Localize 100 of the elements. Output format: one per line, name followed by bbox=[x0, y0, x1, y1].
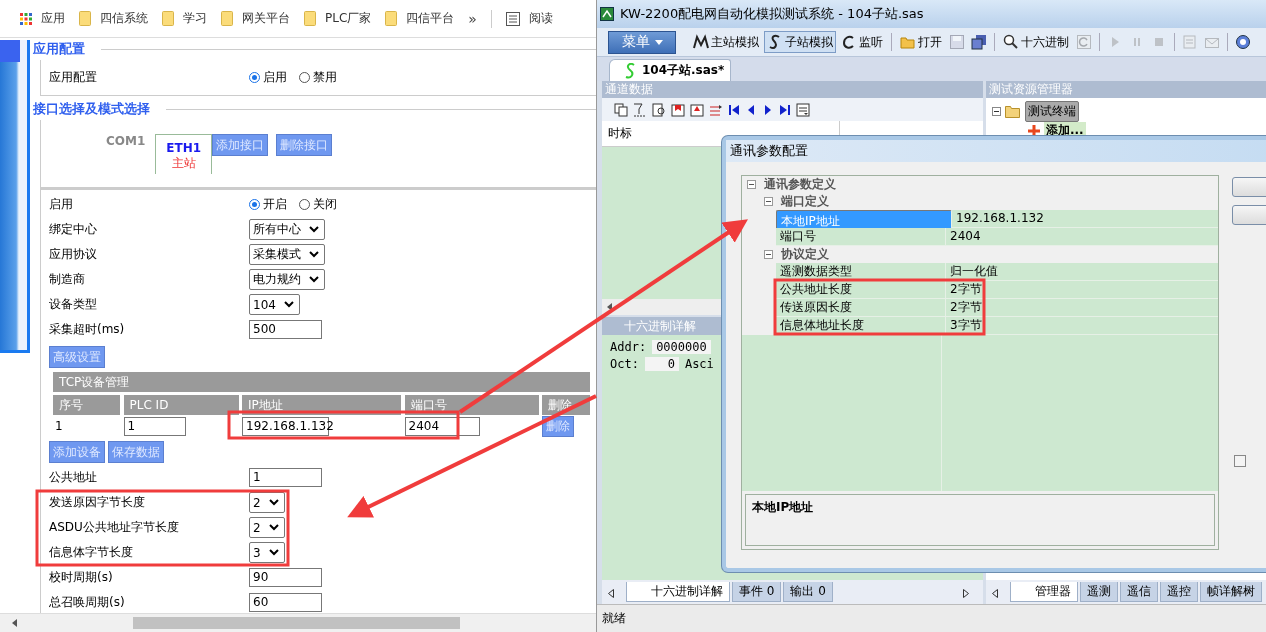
property-name[interactable]: 传送原因长度 bbox=[776, 299, 946, 316]
chevron-down-icon bbox=[283, 301, 294, 308]
tab-scroll-left-icon[interactable] bbox=[608, 589, 614, 598]
bookmark-icon[interactable] bbox=[671, 102, 685, 117]
copy-icon[interactable] bbox=[614, 102, 628, 117]
section-title: 接口选择及模式选择 bbox=[33, 100, 150, 118]
radio-option[interactable]: 启用 bbox=[249, 69, 287, 86]
collapse-toggle-icon[interactable] bbox=[747, 180, 756, 189]
scrollbar-thumb[interactable] bbox=[133, 617, 460, 629]
toolbar-button[interactable]: 监听 bbox=[838, 31, 886, 53]
field-label: ASDU公共地址字节长度 bbox=[49, 519, 179, 536]
dropdown[interactable]: 104 bbox=[249, 294, 300, 315]
text-field[interactable]: 1 bbox=[123, 416, 186, 436]
text-field[interactable]: 60 bbox=[249, 593, 322, 612]
search-icon bbox=[1003, 34, 1019, 50]
bookmark-link[interactable]: 四信系统 bbox=[79, 10, 148, 27]
radio-option[interactable]: 禁用 bbox=[299, 69, 337, 86]
panel-tab[interactable]: 遥信 bbox=[1120, 582, 1158, 602]
radio-option[interactable]: 开启 bbox=[249, 196, 287, 213]
section-title: 应用配置 bbox=[33, 40, 85, 58]
hex-label: Addr: bbox=[610, 339, 647, 354]
folder-icon bbox=[900, 34, 916, 50]
property-value[interactable]: 2字节 bbox=[946, 281, 1218, 298]
chevron-down-icon bbox=[309, 251, 319, 258]
text-field[interactable]: 500 bbox=[249, 320, 322, 339]
panel-tab[interactable]: 输出 0 bbox=[783, 582, 833, 602]
table-title-bar: TCP设备管理 bbox=[53, 372, 590, 392]
toolbar-button[interactable]: 打开 bbox=[897, 31, 945, 53]
bookmark-link[interactable]: 四信平台 bbox=[385, 10, 455, 27]
panel-tab[interactable]: 事件 0 bbox=[732, 582, 782, 602]
dropdown[interactable]: 2 bbox=[249, 492, 285, 513]
interface-tab[interactable]: COM1 bbox=[96, 134, 156, 174]
stacked-pages-icon[interactable] bbox=[971, 34, 987, 50]
arc-icon bbox=[841, 34, 857, 50]
panel-tab[interactable]: 遥控 bbox=[1160, 582, 1198, 602]
text-field[interactable]: 2404 bbox=[404, 416, 480, 436]
zigzag-icon bbox=[693, 34, 709, 50]
caret-down-icon bbox=[654, 39, 663, 45]
scroll-left-icon[interactable] bbox=[12, 619, 18, 627]
arrows-icon[interactable] bbox=[709, 102, 723, 117]
last-icon[interactable] bbox=[779, 102, 791, 117]
collapse-toggle-icon[interactable] bbox=[764, 250, 773, 259]
toolbar-button[interactable]: 主站模拟 bbox=[690, 31, 762, 53]
help-icon[interactable] bbox=[1235, 34, 1251, 50]
hex-value: 0000000 bbox=[652, 339, 711, 354]
menu-button[interactable]: 菜单 bbox=[608, 30, 676, 54]
expand-toggle-icon[interactable] bbox=[992, 107, 1001, 116]
property-value[interactable]: 192.168.1.132 bbox=[952, 210, 1218, 227]
dropdown[interactable]: 2 bbox=[249, 517, 285, 538]
property-value[interactable]: 3字节 bbox=[946, 317, 1218, 334]
status-text: 就绪 bbox=[602, 610, 626, 627]
overflow-chevron[interactable]: » bbox=[468, 10, 477, 27]
reading-list-link[interactable]: 阅读 bbox=[505, 10, 553, 27]
dropdown[interactable]: 3 bbox=[249, 542, 285, 563]
panel-tab[interactable]: 十六进制详解 bbox=[626, 582, 730, 602]
tree-item[interactable]: 测试终端 bbox=[1025, 101, 1079, 122]
tab-scroll-right-icon[interactable] bbox=[963, 589, 969, 598]
bookmark-link[interactable]: 网关平台 bbox=[221, 10, 290, 27]
toolbar-button[interactable]: 子站模拟 bbox=[764, 31, 836, 53]
dropdown[interactable]: 电力规约 bbox=[249, 269, 325, 290]
text-field[interactable]: 1 bbox=[249, 468, 322, 487]
field-label: 设备类型 bbox=[49, 296, 97, 313]
app-icon bbox=[600, 7, 614, 21]
document-tab[interactable]: 104子站.sas* bbox=[609, 59, 732, 81]
text-field[interactable]: 90 bbox=[249, 568, 322, 587]
property-value[interactable]: 2字节 bbox=[946, 299, 1218, 316]
toolbar-button[interactable]: 十六进制 bbox=[1000, 31, 1072, 53]
category-label: 端口定义 bbox=[781, 193, 829, 210]
grid-icon bbox=[20, 12, 32, 25]
scroll-left-icon[interactable] bbox=[607, 303, 612, 311]
panel-tab[interactable]: 帧详解树 bbox=[1200, 582, 1262, 602]
dropdown[interactable]: 所有中心 bbox=[249, 219, 325, 240]
column-header: 序号 bbox=[53, 395, 120, 415]
column-header: PLC ID bbox=[123, 395, 239, 415]
tab-scroll-left-icon[interactable] bbox=[992, 589, 998, 598]
dropdown[interactable]: 采集模式 bbox=[249, 244, 325, 265]
columns-icon[interactable] bbox=[796, 102, 810, 117]
bookmark-link[interactable]: PLC厂家 bbox=[304, 10, 372, 27]
bookmark-link[interactable]: 学习 bbox=[162, 10, 207, 27]
checkbox[interactable] bbox=[1234, 455, 1246, 467]
find-icon[interactable] bbox=[652, 102, 666, 117]
field-label: 应用协议 bbox=[49, 246, 97, 263]
horizontal-scrollbar[interactable] bbox=[0, 613, 596, 632]
field-label: 发送原因字节长度 bbox=[49, 494, 145, 511]
property-value[interactable]: 2404 bbox=[946, 228, 1218, 245]
collapse-toggle-icon[interactable] bbox=[764, 197, 773, 206]
plus-icon bbox=[1028, 124, 1040, 137]
list-icon bbox=[505, 11, 520, 26]
description-title: 本地IP地址 bbox=[752, 500, 814, 514]
property-name[interactable]: 端口号 bbox=[776, 228, 946, 245]
field-label: 绑定中心 bbox=[49, 221, 97, 238]
chevron-down-icon bbox=[268, 524, 279, 531]
table-cell-text: 1 bbox=[54, 419, 64, 433]
bookmark-icon[interactable] bbox=[690, 102, 704, 117]
panel-tab[interactable]: 遥测 bbox=[1080, 582, 1118, 602]
property-value[interactable]: 归一化值 bbox=[946, 263, 1218, 280]
first-icon[interactable] bbox=[728, 102, 740, 117]
radio-option[interactable]: 关闭 bbox=[299, 196, 337, 213]
panel-tab[interactable]: 管理器 bbox=[1010, 582, 1078, 602]
bookmark-link[interactable]: 应用 bbox=[20, 10, 65, 27]
